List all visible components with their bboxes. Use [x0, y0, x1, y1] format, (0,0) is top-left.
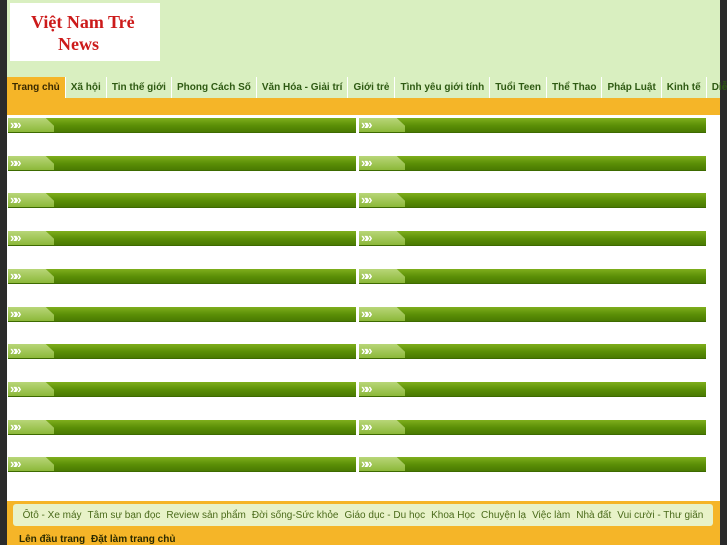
category-row: »» »»	[7, 417, 720, 455]
double-chevron-icon: »»	[361, 155, 372, 170]
nav-item[interactable]: Trang chủ	[7, 77, 66, 98]
double-chevron-icon: »»	[361, 306, 372, 321]
bottom-bar: Lên đầu trang Đặt làm trang chủ	[7, 530, 720, 545]
category-row: »» »»	[7, 115, 720, 153]
nav-item[interactable]: Pháp Luật	[602, 77, 662, 98]
nav-subbar	[7, 98, 720, 115]
footer-link[interactable]: Tâm sự bạn đọc	[85, 510, 164, 521]
logo-line-1: Việt Nam Trẻ	[31, 12, 135, 32]
double-chevron-icon: »»	[361, 268, 372, 283]
footer-link[interactable]: Ôtô - Xe máy	[20, 510, 85, 521]
category-header-bar[interactable]: »»	[359, 382, 706, 397]
category-row: »» »»	[7, 228, 720, 266]
footer-link[interactable]: Đời sống-Sức khỏe	[249, 510, 342, 521]
double-chevron-icon: »»	[361, 230, 372, 245]
nav-item[interactable]: Kinh tế	[662, 77, 707, 98]
footer-links: Ôtô - Xe máy Tâm sự bạn đọc Review sản phẩ…	[13, 504, 713, 526]
category-header-bar[interactable]: »»	[8, 307, 356, 322]
nav-item[interactable]: Tình yêu giới tính	[395, 77, 491, 98]
double-chevron-icon: »»	[10, 419, 21, 434]
site-logo[interactable]: Việt Nam Trẻ News	[10, 3, 160, 61]
double-chevron-icon: »»	[361, 419, 372, 434]
category-row: »» »»	[7, 341, 720, 379]
nav-item[interactable]: Xã hội	[66, 77, 107, 98]
category-header-bar[interactable]: »»	[359, 269, 706, 284]
nav-item[interactable]: Diễn đàn	[707, 77, 727, 98]
category-header-bar[interactable]: »»	[8, 457, 356, 472]
double-chevron-icon: »»	[10, 230, 21, 245]
category-header-bar[interactable]: »»	[8, 156, 356, 171]
category-row: »» »»	[7, 266, 720, 304]
double-chevron-icon: »»	[10, 268, 21, 283]
double-chevron-icon: »»	[10, 381, 21, 396]
double-chevron-icon: »»	[10, 456, 21, 471]
set-homepage-link[interactable]: Đặt làm trang chủ	[91, 534, 175, 545]
category-header-bar[interactable]: »»	[359, 457, 706, 472]
double-chevron-icon: »»	[361, 381, 372, 396]
back-to-top-link[interactable]: Lên đầu trang	[19, 534, 85, 545]
footer-link[interactable]: Việc làm	[529, 510, 573, 521]
double-chevron-icon: »»	[361, 456, 372, 471]
double-chevron-icon: »»	[10, 306, 21, 321]
double-chevron-icon: »»	[10, 155, 21, 170]
footer-link[interactable]: Vui cười - Thư giãn	[614, 510, 706, 521]
double-chevron-icon: »»	[361, 343, 372, 358]
main-nav: Trang chủ Xã hội Tin thế giới Phong Cách Số…	[7, 77, 727, 98]
footer-menu: Ôtô - Xe máy Tâm sự bạn đọc Review sản phẩ…	[7, 501, 720, 530]
category-header-bar[interactable]: »»	[8, 193, 356, 208]
category-header-bar[interactable]: »»	[8, 382, 356, 397]
category-header-bar[interactable]: »»	[8, 118, 356, 133]
double-chevron-icon: »»	[361, 192, 372, 207]
nav-item[interactable]: Văn Hóa - Giải trí	[257, 77, 349, 98]
category-row: »» »»	[7, 304, 720, 342]
footer-link[interactable]: Chuyện lạ	[478, 510, 529, 521]
nav-item[interactable]: Tin thế giới	[107, 77, 172, 98]
category-row: »» »»	[7, 190, 720, 228]
double-chevron-icon: »»	[10, 343, 21, 358]
nav-item[interactable]: Phong Cách Số	[172, 77, 257, 98]
double-chevron-icon: »»	[10, 192, 21, 207]
double-chevron-icon: »»	[10, 117, 21, 132]
footer-link[interactable]: Giáo dục - Du học	[342, 510, 429, 521]
category-header-bar[interactable]: »»	[359, 344, 706, 359]
nav-item[interactable]: Thể Thao	[547, 77, 603, 98]
page: Việt Nam Trẻ News Trang chủ Xã hội Tin thế…	[7, 0, 727, 545]
category-header-bar[interactable]: »»	[359, 156, 706, 171]
category-row: »» »»	[7, 454, 720, 492]
category-header-bar[interactable]: »»	[8, 420, 356, 435]
category-header-bar[interactable]: »»	[8, 269, 356, 284]
category-header-bar[interactable]: »»	[8, 231, 356, 246]
footer-link[interactable]: Nhà đất	[573, 510, 614, 521]
header: Việt Nam Trẻ News	[7, 0, 720, 77]
footer-link[interactable]: Khoa Học	[428, 510, 478, 521]
category-row: »» »»	[7, 153, 720, 191]
nav-item[interactable]: Giới trẻ	[348, 77, 396, 98]
category-header-bar[interactable]: »»	[359, 118, 706, 133]
double-chevron-icon: »»	[361, 117, 372, 132]
category-header-bar[interactable]: »»	[8, 344, 356, 359]
category-header-bar[interactable]: »»	[359, 231, 706, 246]
category-header-bar[interactable]: »»	[359, 420, 706, 435]
category-header-bar[interactable]: »»	[359, 307, 706, 322]
nav-item[interactable]: Tuổi Teen	[490, 77, 547, 98]
footer-link[interactable]: Review sản phẩm	[163, 510, 248, 521]
category-header-bar[interactable]: »»	[359, 193, 706, 208]
category-row: »» »»	[7, 379, 720, 417]
logo-line-2: News	[58, 34, 99, 54]
